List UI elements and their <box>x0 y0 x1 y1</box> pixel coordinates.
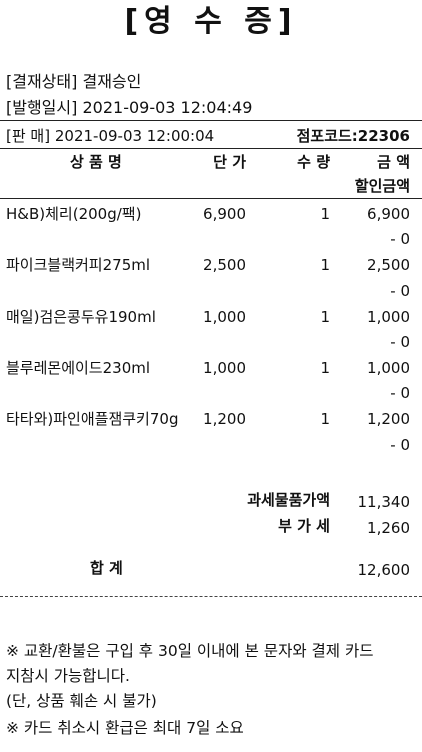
divider-header-bottom <box>0 198 422 199</box>
item-price: 1,000 <box>203 308 246 326</box>
divider-top <box>0 120 422 121</box>
total-label: 합 계 <box>90 559 123 577</box>
item-name: H&B)체리(200g/팩) <box>6 205 142 223</box>
item-qty: 1 <box>320 256 330 274</box>
item-price: 1,000 <box>203 359 246 377</box>
taxable-value: 11,340 <box>357 493 411 511</box>
table-row: 타타와)파인애플잼쿠키70g 1,200 1 1,200 <box>0 409 422 429</box>
receipt-title: [영 수 증] <box>124 4 298 39</box>
notice-line-2: 지참시 가능합니다. <box>6 667 130 685</box>
item-qty: 1 <box>320 359 330 377</box>
taxable-label: 과세물품가액 <box>247 491 330 509</box>
status-value: 결재승인 <box>82 72 142 91</box>
vat-label: 부 가 세 <box>278 517 330 535</box>
item-qty: 1 <box>320 410 330 428</box>
total-value: 12,600 <box>357 561 411 579</box>
item-amount: 1,000 <box>367 308 410 326</box>
notice-line-3: (단, 상품 훼손 시 불가) <box>6 692 157 710</box>
notice-line-4: ※ 카드 취소시 환급은 최대 7일 소요 <box>6 719 244 737</box>
table-row: H&B)체리(200g/팩) 6,900 1 6,900 <box>0 204 422 224</box>
notice-line-1: ※ 교환/환불은 구입 후 30일 이내에 본 문자와 결제 카드 <box>6 642 374 660</box>
store-code: 점포코드:22306 <box>296 127 410 145</box>
item-amount: 2,500 <box>367 256 410 274</box>
header-name: 상 품 명 <box>70 153 122 171</box>
table-row: 파이크블랙커피275ml 2,500 1 2,500 <box>0 255 422 275</box>
table-row: 매일)검은콩두유190ml 1,000 1 1,000 <box>0 307 422 327</box>
issue-label: [발행일시] <box>6 98 78 117</box>
sale-label: [판 매] <box>6 127 51 145</box>
item-name: 파이크블랙커피275ml <box>6 256 151 274</box>
item-discount: - 0 <box>390 282 410 300</box>
item-price: 1,200 <box>203 410 246 428</box>
item-discount: - 0 <box>390 230 410 248</box>
header-price: 단 가 <box>213 153 246 171</box>
table-header-discount-row: 할인금액 <box>0 176 422 196</box>
header-qty: 수 량 <box>297 153 330 171</box>
item-name: 타타와)파인애플잼쿠키70g <box>6 410 179 428</box>
status-line: [결재상태] 결재승인 <box>6 72 141 92</box>
table-header: 상 품 명 단 가 수 량 금 액 <box>0 152 422 172</box>
status-label: [결재상태] <box>6 72 78 91</box>
item-name: 블루레몬에이드230ml <box>6 359 151 377</box>
table-row: 블루레몬에이드230ml 1,000 1 1,000 <box>0 358 422 378</box>
header-discount: 할인금액 <box>354 177 410 195</box>
item-discount: - 0 <box>390 436 410 454</box>
issue-value: 2021-09-03 12:04:49 <box>82 98 253 117</box>
divider-dashed <box>0 596 422 597</box>
item-discount: - 0 <box>390 384 410 402</box>
item-price: 2,500 <box>203 256 246 274</box>
sale-value: 2021-09-03 12:00:04 <box>54 127 215 145</box>
vat-value: 1,260 <box>367 519 410 537</box>
item-amount: 1,000 <box>367 359 410 377</box>
divider-header-top <box>0 148 422 149</box>
issue-line: [발행일시] 2021-09-03 12:04:49 <box>6 98 252 118</box>
item-qty: 1 <box>320 205 330 223</box>
item-amount: 6,900 <box>367 205 410 223</box>
item-name: 매일)검은콩두유190ml <box>6 308 156 326</box>
item-amount: 1,200 <box>367 410 410 428</box>
header-amount: 금 액 <box>377 153 410 171</box>
item-price: 6,900 <box>203 205 246 223</box>
sale-line: [판 매] 2021-09-03 12:00:04 <box>6 126 214 146</box>
item-qty: 1 <box>320 308 330 326</box>
item-discount: - 0 <box>390 333 410 351</box>
